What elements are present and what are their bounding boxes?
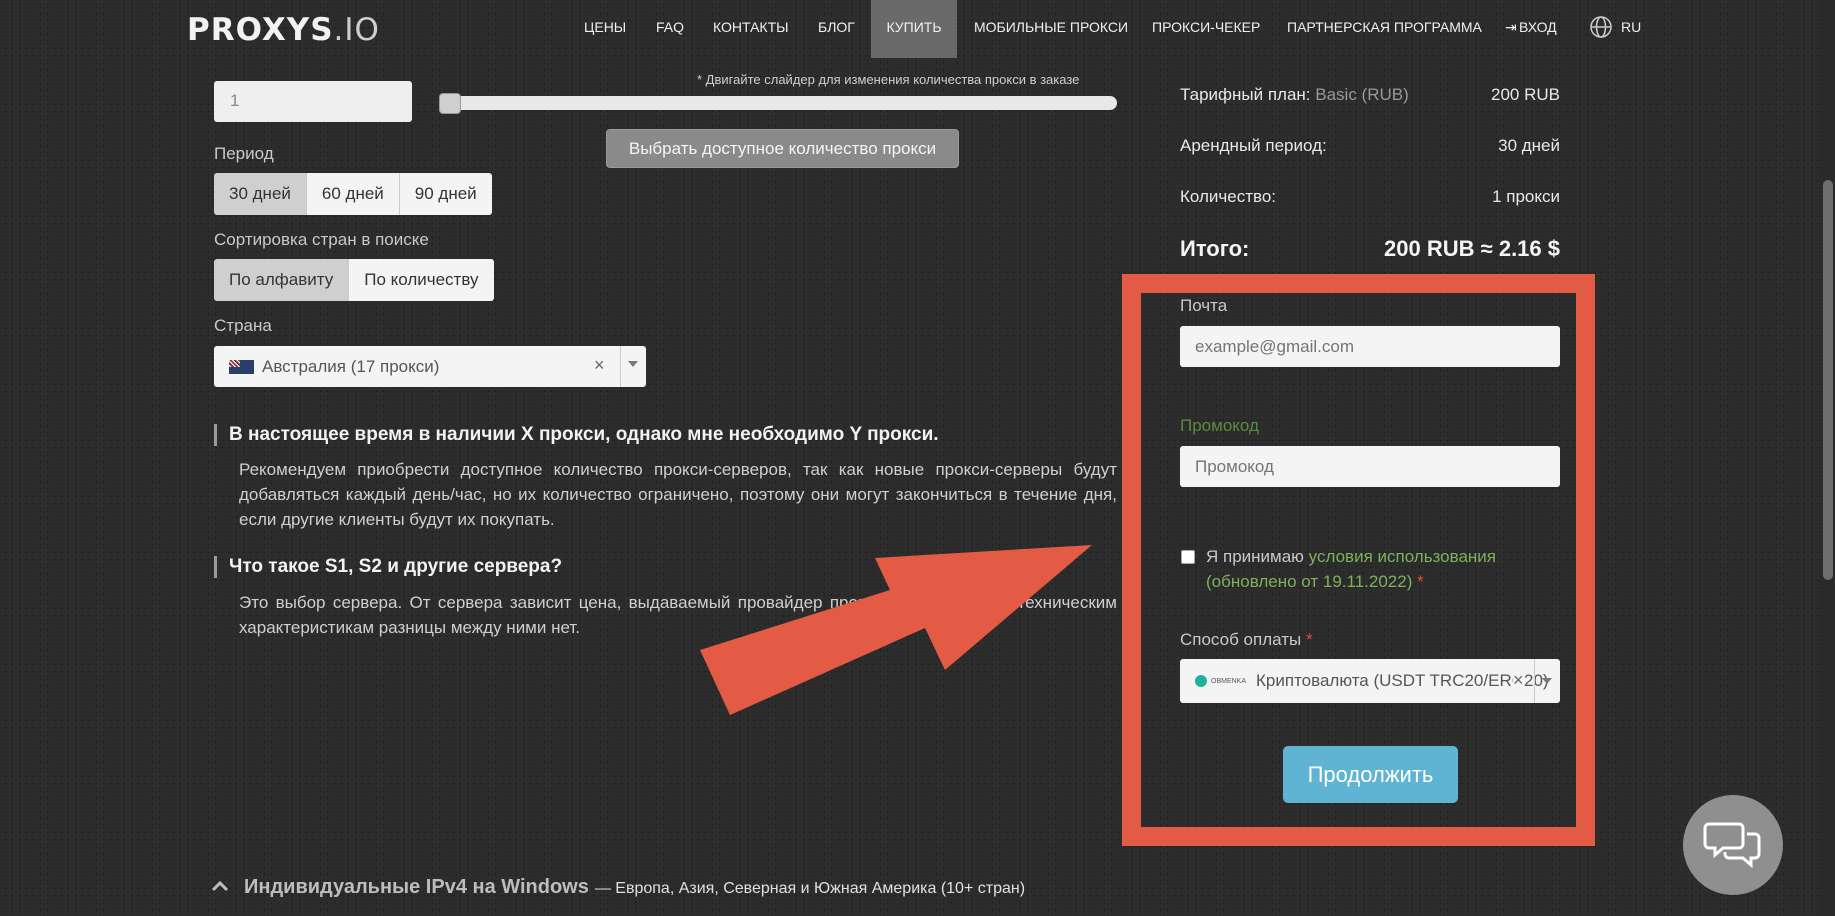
summary-period-value: 30 дней <box>1498 136 1560 155</box>
sort-label: Сортировка стран в поиске <box>214 230 429 249</box>
faq-answer-1: Рекомендуем приобрести доступное количес… <box>239 460 1117 529</box>
terms-prefix: Я принимаю <box>1206 547 1304 566</box>
logo-suffix: .IO <box>333 12 380 48</box>
email-field[interactable] <box>1180 326 1560 367</box>
accordion-title: Индивидуальные IPv4 на Windows <box>244 876 589 898</box>
sort-selector: По алфавиту По количеству <box>214 259 494 301</box>
payment-label-text: Способ оплаты <box>1180 630 1302 649</box>
nav-login[interactable]: ⇥ ВХОД <box>1505 0 1557 58</box>
chat-icon <box>1703 822 1761 869</box>
period-30-days[interactable]: 30 дней <box>214 173 307 215</box>
continue-button[interactable]: Продолжить <box>1283 746 1458 803</box>
summary-plan-name: Тарифный план: Basic (RUB) <box>1180 85 1409 105</box>
country-select[interactable]: Австралия (17 прокси) × <box>214 346 646 387</box>
nav-faq[interactable]: FAQ <box>656 0 684 58</box>
country-label: Страна <box>214 316 272 335</box>
period-label: Период <box>214 144 274 163</box>
nav-buy[interactable]: КУПИТЬ <box>871 0 957 58</box>
payment-label: Способ оплаты * <box>1180 630 1313 650</box>
site-header: PROXYS.IO ЦЕНЫ FAQ КОНТАКТЫ БЛОГ КУПИТЬ … <box>0 0 1835 58</box>
sort-alphabetical[interactable]: По алфавиту <box>214 259 350 301</box>
summary-period: Арендный период: 30 дней <box>1180 136 1560 156</box>
sort-by-count[interactable]: По количеству <box>349 259 494 301</box>
language-switcher[interactable]: RU <box>1589 0 1641 54</box>
obmenka-logo: OBMENKA <box>1195 675 1246 687</box>
nav-blog[interactable]: БЛОГ <box>818 0 855 58</box>
faq-question-2: Что такое S1, S2 и другие сервера? <box>214 556 562 578</box>
globe-icon <box>1590 16 1612 38</box>
obmenka-leaf-icon <box>1195 675 1207 687</box>
clear-icon[interactable]: × <box>1513 670 1524 691</box>
nav-partner-program[interactable]: ПАРТНЕРСКАЯ ПРОГРАММА <box>1287 0 1482 58</box>
quantity-slider[interactable] <box>439 96 1117 110</box>
obmenka-logo-text: OBMENKA <box>1211 677 1247 685</box>
clear-icon[interactable]: × <box>594 355 605 376</box>
period-90-days[interactable]: 90 дней <box>399 173 492 215</box>
summary-plan-label: Тарифный план: <box>1180 85 1311 104</box>
chat-button[interactable] <box>1683 795 1783 895</box>
select-divider <box>620 346 621 387</box>
accordion-windows-ipv4[interactable]: Индивидуальные IPv4 на Windows — Европа,… <box>210 876 1025 899</box>
nav-proxy-checker[interactable]: ПРОКСИ-ЧЕКЕР <box>1152 0 1260 58</box>
faq-question-1: В настоящее время в наличии X прокси, од… <box>214 424 939 446</box>
summary-plan-value: Basic (RUB) <box>1315 85 1409 104</box>
period-selector: 30 дней 60 дней 90 дней <box>214 173 492 215</box>
language-code: RU <box>1621 19 1642 35</box>
slider-note: * Двигайте слайдер для изменения количес… <box>697 72 1080 87</box>
login-icon: ⇥ <box>1505 19 1517 35</box>
promo-field[interactable] <box>1180 446 1560 487</box>
summary-qty-label: Количество: <box>1180 187 1277 206</box>
australia-flag-icon <box>229 359 254 374</box>
payment-value: Криптовалюта (USDT TRC20/ERC20) <box>1256 671 1549 690</box>
scrollbar-thumb[interactable] <box>1823 180 1833 580</box>
summary-period-label: Арендный период: <box>1180 136 1327 155</box>
email-label: Почта <box>1180 296 1228 315</box>
site-logo[interactable]: PROXYS.IO <box>187 12 380 48</box>
promo-label: Промокод <box>1180 416 1259 435</box>
login-label: ВХОД <box>1519 19 1557 35</box>
total-value: 200 RUB ≈ 2.16 $ <box>1384 236 1560 261</box>
summary-plan-price: 200 RUB <box>1491 85 1560 104</box>
period-60-days[interactable]: 60 дней <box>306 173 400 215</box>
country-value: Австралия (17 прокси) <box>262 356 440 376</box>
logo-text: PROXYS <box>187 12 334 48</box>
payment-select[interactable]: OBMENKA Криптовалюта (USDT TRC20/ERC20) … <box>1180 659 1560 703</box>
terms-checkbox[interactable] <box>1181 550 1195 564</box>
accordion-subtitle: — Европа, Азия, Северная и Южная Америка… <box>594 880 1026 897</box>
terms-text: Я принимаю условия использования (обновл… <box>1206 544 1536 594</box>
annotation-arrow-icon <box>700 545 1092 715</box>
nav-contacts[interactable]: КОНТАКТЫ <box>713 0 789 58</box>
chevron-up-icon <box>211 880 229 892</box>
summary-total: Итого: 200 RUB ≈ 2.16 $ <box>1180 236 1560 262</box>
total-label: Итого: <box>1180 236 1250 261</box>
chevron-down-icon[interactable] <box>1542 678 1552 684</box>
nav-mobile-proxy[interactable]: МОБИЛЬНЫЕ ПРОКСИ <box>974 0 1128 58</box>
chevron-down-icon[interactable] <box>628 361 638 367</box>
summary-qty-value: 1 прокси <box>1492 187 1560 206</box>
nav-prices[interactable]: ЦЕНЫ <box>584 0 626 58</box>
required-mark: * <box>1305 630 1313 649</box>
summary-plan: Тарифный план: Basic (RUB) 200 RUB <box>1180 85 1560 105</box>
select-divider <box>1534 659 1535 703</box>
select-available-button[interactable]: Выбрать доступное количество прокси <box>606 129 959 168</box>
required-mark: * <box>1417 572 1424 591</box>
quantity-slider-handle[interactable] <box>439 93 461 114</box>
summary-quantity: Количество: 1 прокси <box>1180 187 1560 207</box>
quantity-input[interactable]: 1 <box>214 81 412 122</box>
